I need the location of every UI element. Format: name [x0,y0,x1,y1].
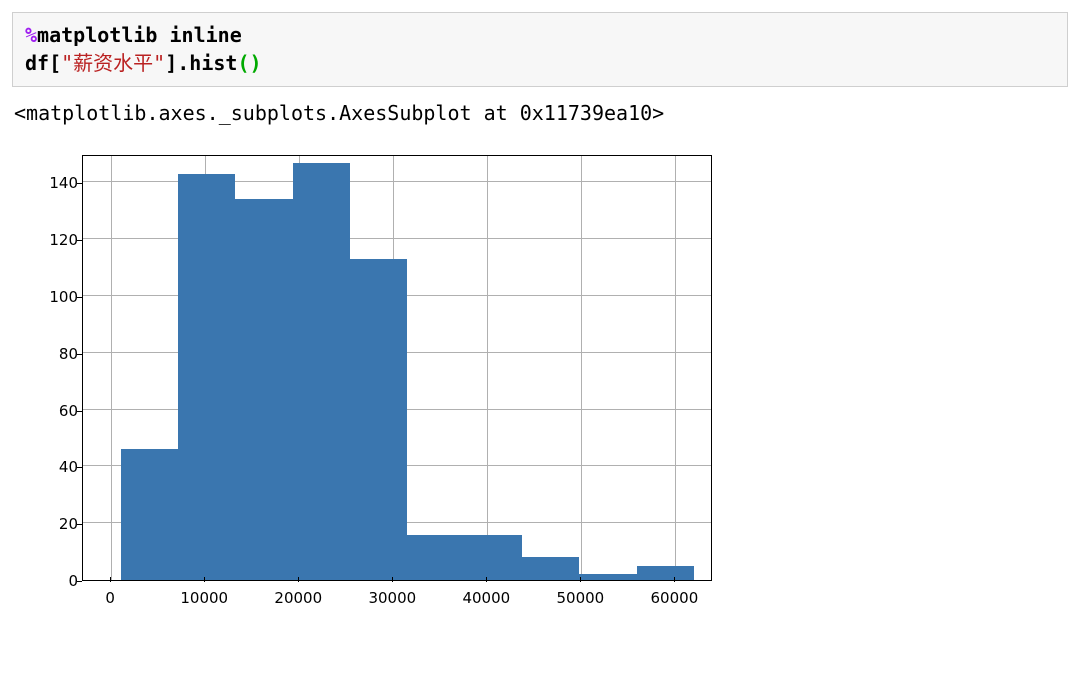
x-tick-label: 60000 [651,589,699,607]
code-q1: " [61,51,73,75]
magic-pct: % [25,23,37,47]
histogram-bar [121,449,178,580]
code-column: 薪资水平 [73,53,153,75]
x-tick-mark [110,577,111,582]
x-tick-mark [674,577,675,582]
histogram-bar [235,199,292,580]
code-df-open: df[ [25,51,61,75]
x-tick-label: 0 [105,589,115,607]
code-hist: ].hist [165,51,237,75]
histogram-chart: 0 20 40 60 80 100 120 140 0 10000 20000 30000 40000 5… [12,141,732,621]
y-tick-label: 100 [28,288,78,306]
y-tick-mark [77,240,82,241]
grid-v [111,156,112,580]
x-tick-mark [580,577,581,582]
y-tick-mark [77,524,82,525]
y-tick-label: 80 [28,345,78,363]
grid-v [487,156,488,580]
magic-cmd: matplotlib inline [37,23,242,47]
histogram-bar [522,557,579,580]
histogram-bar [407,535,464,580]
histogram-bar [350,259,407,580]
y-tick-label: 20 [28,515,78,533]
x-tick-label: 30000 [368,589,416,607]
x-tick-label: 50000 [556,589,604,607]
plot-area [82,155,712,581]
x-tick-mark [204,577,205,582]
y-tick-mark [77,411,82,412]
x-tick-mark [392,577,393,582]
histogram-bar [178,174,235,580]
y-tick-mark [77,183,82,184]
y-tick-mark [77,297,82,298]
code-cell[interactable]: %matplotlib inline df["薪资水平"].hist() [12,12,1068,87]
y-tick-label: 60 [28,402,78,420]
histogram-bar [293,163,350,580]
histogram-bar [465,535,522,580]
y-tick-mark [77,467,82,468]
y-tick-mark [77,354,82,355]
x-tick-label: 20000 [274,589,322,607]
output-repr: <matplotlib.axes._subplots.AxesSubplot a… [12,95,1068,141]
x-tick-label: 40000 [462,589,510,607]
histogram-bar [637,566,694,580]
y-tick-label: 140 [28,174,78,192]
histogram-bar [579,574,636,580]
y-tick-mark [77,581,82,582]
y-tick-label: 120 [28,231,78,249]
y-tick-label: 40 [28,458,78,476]
code-paren: () [237,51,261,75]
code-q2: " [153,51,165,75]
x-tick-mark [298,577,299,582]
grid-v [675,156,676,580]
x-tick-label: 10000 [180,589,228,607]
y-tick-label: 0 [28,572,78,590]
grid-v [581,156,582,580]
x-tick-mark [486,577,487,582]
